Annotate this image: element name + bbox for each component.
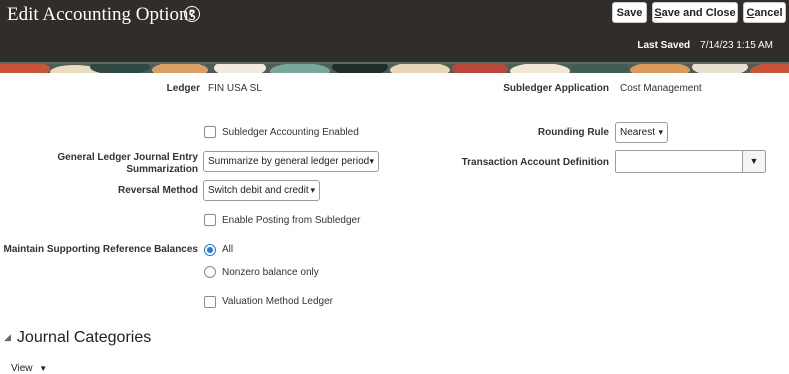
rounding-rule-value: Nearest bbox=[620, 127, 656, 138]
reversal-method-value: Switch debit and credit bbox=[208, 185, 309, 196]
enable-posting-label: Enable Posting from Subledger bbox=[222, 215, 361, 226]
reversal-method-label: Reversal Method bbox=[117, 185, 198, 196]
chevron-down-icon: ▾ bbox=[658, 127, 663, 137]
reversal-method-select[interactable]: Switch debit and credit ▾ bbox=[203, 180, 320, 201]
save-and-close-button[interactable]: Save and Close bbox=[652, 2, 738, 23]
subledger-accounting-enabled-checkbox[interactable] bbox=[204, 126, 216, 138]
chevron-down-icon: ▼ bbox=[39, 364, 48, 373]
banner-pattern-image bbox=[0, 62, 789, 73]
page-header: Edit Accounting Options ? Save Save and … bbox=[0, 0, 789, 62]
dropdown-triangle-icon[interactable]: ▼ bbox=[742, 151, 765, 172]
journal-categories-header[interactable]: ◢ Journal Categories bbox=[4, 329, 151, 347]
cancel-button[interactable]: Cancel bbox=[743, 2, 786, 23]
tad-combobox[interactable]: ▼ bbox=[615, 150, 766, 173]
ledger-value: FIN USA SL bbox=[208, 83, 262, 94]
tad-label: Transaction Account Definition bbox=[461, 157, 609, 168]
gl-summarization-label-line2: Summarization bbox=[126, 164, 198, 175]
cancel-label: ancel bbox=[754, 7, 783, 19]
gl-summarization-value: Summarize by general ledger period bbox=[208, 156, 370, 167]
last-saved: Last Saved 7/14/23 1:15 AM bbox=[637, 40, 773, 51]
rounding-rule-label: Rounding Rule bbox=[537, 127, 609, 138]
valuation-method-ledger-checkbox[interactable] bbox=[204, 296, 216, 308]
decorative-banner bbox=[0, 62, 789, 73]
valuation-method-ledger-label: Valuation Method Ledger bbox=[222, 296, 334, 307]
save-button[interactable]: Save bbox=[612, 2, 647, 23]
help-icon[interactable]: ? bbox=[184, 6, 200, 22]
page-title: Edit Accounting Options bbox=[7, 4, 196, 25]
journal-categories-title: Journal Categories bbox=[16, 329, 152, 346]
gl-summarization-label-line1: General Ledger Journal Entry bbox=[57, 152, 198, 163]
view-menu-label: View bbox=[11, 363, 33, 374]
chevron-down-icon: ▾ bbox=[369, 156, 374, 166]
radio-nonzero-label: Nonzero balance only bbox=[222, 267, 319, 278]
chevron-down-icon: ▾ bbox=[310, 185, 315, 195]
rounding-rule-select[interactable]: Nearest ▾ bbox=[615, 122, 668, 143]
radio-all-label: All bbox=[222, 244, 234, 255]
save-and-close-label: ave and Close bbox=[661, 7, 736, 19]
enable-posting-checkbox[interactable] bbox=[204, 214, 216, 226]
gl-summarization-select[interactable]: Summarize by general ledger period ▾ bbox=[203, 151, 379, 172]
subledger-accounting-enabled-label: Subledger Accounting Enabled bbox=[222, 127, 359, 138]
last-saved-label: Last Saved bbox=[637, 40, 691, 51]
radio-nonzero[interactable] bbox=[204, 266, 216, 278]
last-saved-value: 7/14/23 1:15 AM bbox=[700, 40, 773, 51]
subledger-application-label: Subledger Application bbox=[503, 83, 609, 94]
maintain-balances-label: Maintain Supporting Reference Balances bbox=[3, 244, 199, 255]
collapse-triangle-icon[interactable]: ◢ bbox=[4, 332, 11, 342]
view-menu[interactable]: View ▼ bbox=[11, 363, 47, 374]
radio-all[interactable] bbox=[204, 244, 216, 256]
save-and-close-accel: S bbox=[654, 7, 662, 19]
ledger-label: Ledger bbox=[166, 83, 200, 94]
subledger-application-value: Cost Management bbox=[620, 83, 702, 94]
